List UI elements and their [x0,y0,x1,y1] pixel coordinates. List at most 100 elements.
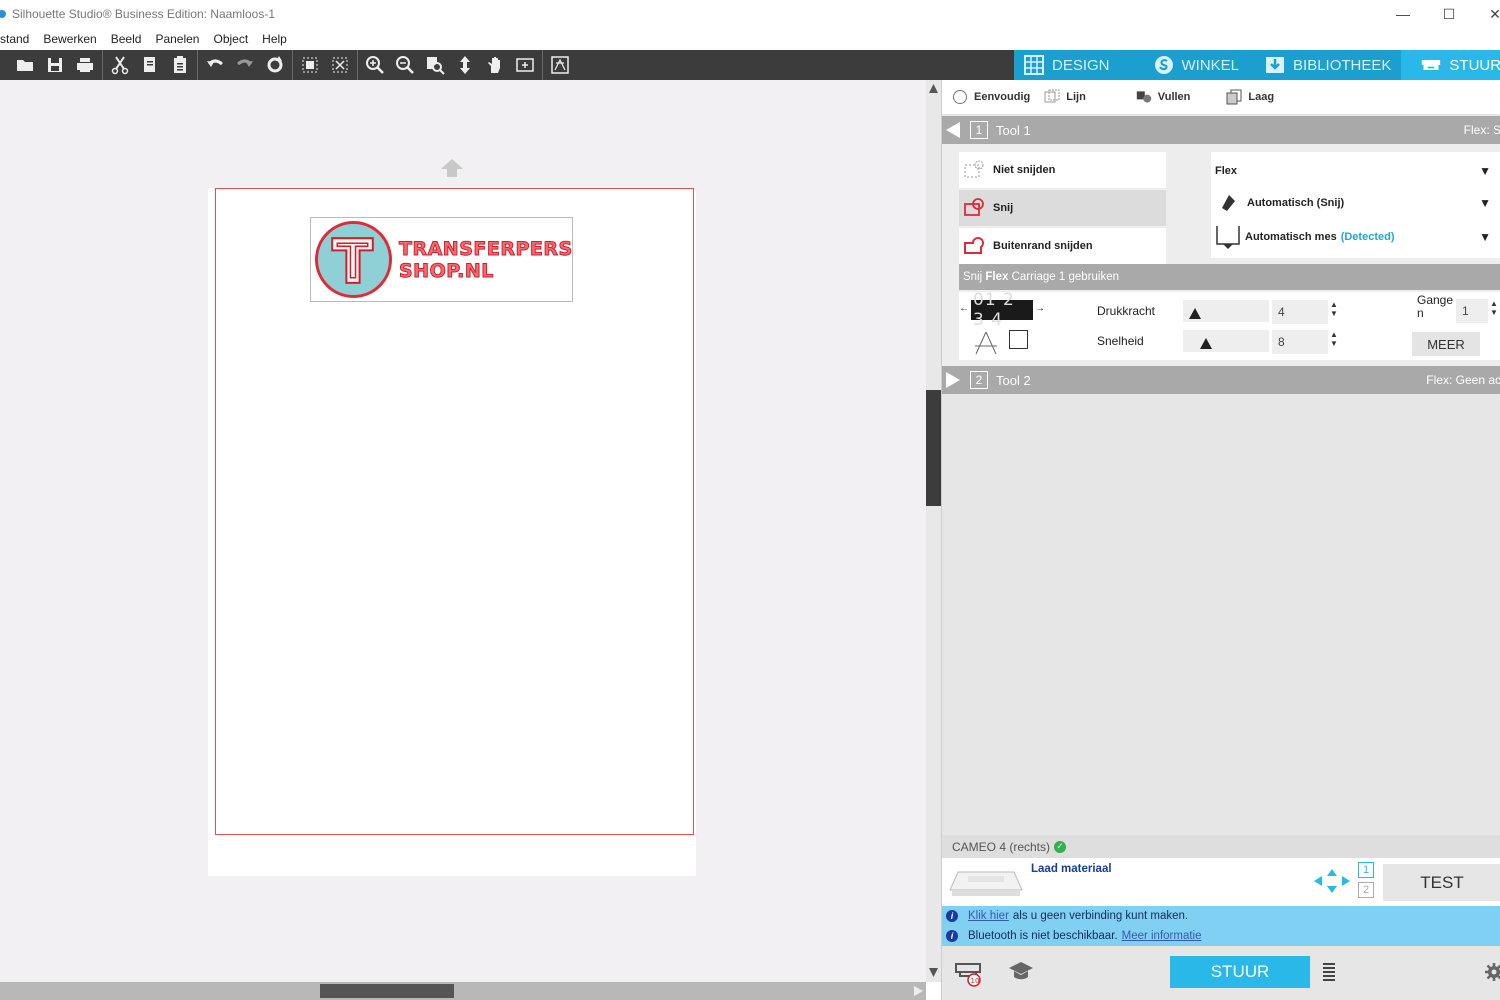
tab-winkel[interactable]: WINKEL [1120,50,1250,80]
tool-1-header[interactable]: 1 Tool 1 Flex: S [942,116,1500,144]
send-button[interactable]: STUUR [1170,956,1310,988]
zoom-in-icon[interactable] [360,50,390,80]
ungroup-icon[interactable] [325,50,355,80]
more-button[interactable]: MEER [1412,332,1480,356]
speed-stepper[interactable]: ▲ ▼ [1329,330,1339,348]
send-history-icon[interactable]: 10 [954,958,984,988]
horizontal-scroll-thumb[interactable] [320,984,454,998]
tool-1-number: 1 [970,121,988,139]
chevron-down-icon[interactable]: ▼ [1479,230,1491,244]
action-select[interactable]: Automatisch (Snij) ▼ [1215,192,1500,214]
expand-arrow-icon[interactable] [946,372,960,388]
chevron-down-icon[interactable]: ▼ [1479,164,1491,178]
vertical-scrollbar[interactable] [926,80,941,982]
minimize-button[interactable]: — [1380,0,1426,28]
mode-tab-laag[interactable]: Laag [1226,89,1274,105]
radio-icon [953,90,967,104]
menu-object[interactable]: Object [206,32,255,46]
collapse-arrow-icon[interactable] [946,122,960,138]
mode-tab-lijn[interactable]: Lijn [1044,89,1086,105]
speed-slider-knob[interactable] [1200,338,1212,349]
mode-tab-eenvoudig[interactable]: Eenvoudig [952,89,1030,105]
test-button[interactable]: TEST [1383,864,1500,901]
blade-left-arrow-icon[interactable]: ← [959,303,969,314]
more-info-link[interactable]: Meer informatie [1122,930,1202,942]
open-folder-icon[interactable] [10,50,40,80]
scroll-right-icon[interactable] [912,985,924,997]
no-cut-option[interactable]: Niet snijden [959,152,1166,188]
move-arrows-icon[interactable] [1313,868,1351,894]
queue-list-icon[interactable] [1322,962,1336,982]
pressure-field[interactable]: 4 [1272,300,1328,324]
scroll-up-icon[interactable] [928,83,939,94]
menu-beeld[interactable]: Beeld [104,32,149,46]
vertical-scroll-thumb[interactable] [926,390,941,506]
menu-bewerken[interactable]: Bewerken [36,32,103,46]
outer-edge-cut-option[interactable]: Buitenrand snijden [959,228,1166,264]
zoom-out-icon[interactable] [390,50,420,80]
connection-notice: i Klik hier als u geen verbinding kunt m… [942,906,1500,926]
mode-tab-vullen-label: Vullen [1157,91,1191,103]
undo-icon[interactable] [200,50,230,80]
load-material-link[interactable]: Laad materiaal [1031,863,1112,875]
speed-slider[interactable] [1183,330,1269,352]
copy-icon[interactable] [135,50,165,80]
menu-panelen[interactable]: Panelen [148,32,206,46]
cut-option[interactable]: Snij [959,190,1166,226]
passes-field[interactable]: 1 [1456,299,1488,323]
tutorial-cap-icon[interactable] [1008,960,1034,982]
chevron-down-icon[interactable]: ▼ [1479,196,1491,210]
blade-checkbox[interactable] [1009,330,1028,349]
no-cut-label: Niet snijden [993,164,1056,176]
maximize-button[interactable]: ☐ [1426,0,1472,28]
settings-gear-icon[interactable] [1484,962,1500,982]
redo-icon[interactable] [230,50,260,80]
tab-design[interactable]: DESIGN [1014,50,1120,80]
click-here-link[interactable]: Klik hier [968,910,1009,922]
carriage-1-button[interactable]: 1 [1358,862,1374,878]
logo-line-1: TRANSFERPERS [399,238,573,261]
blade-right-arrow-icon[interactable]: → [1035,303,1045,314]
logo-circle [315,221,392,298]
paste-icon[interactable] [165,50,195,80]
add-page-icon[interactable] [510,50,540,80]
pressure-slider[interactable] [1183,300,1269,322]
tool-select[interactable]: Automatisch mes (Detected) ▼ [1215,224,1500,250]
move-icon[interactable] [450,50,480,80]
mode-tab-vullen[interactable]: Vullen [1136,89,1191,105]
fill-icon [1136,91,1151,103]
logo-object[interactable]: TRANSFERPERS SHOP.NL [310,217,573,302]
carriage-2-button[interactable]: 2 [1358,882,1374,898]
tool-1-settings: Niet snijden Snij Buitenrand snijden Fle… [942,144,1500,366]
close-button[interactable]: ✕ [1472,0,1500,28]
pressure-slider-knob[interactable] [1189,308,1201,319]
pressure-stepper[interactable]: ▲ ▼ [1329,300,1339,318]
new-icon[interactable] [0,50,10,80]
tool-2-header[interactable]: 2 Tool 2 Flex: Geen ac [942,366,1500,394]
speed-field[interactable]: 8 [1272,330,1328,354]
connection-notice-text: als u geen verbinding kunt maken. [1012,910,1189,922]
pan-hand-icon[interactable] [480,50,510,80]
tool-2-label: Tool 2 [996,372,1031,388]
action-value: Automatisch (Snij) [1247,197,1345,209]
passes-stepper[interactable]: ▲ ▼ [1489,299,1499,317]
logo-line-2: SHOP.NL [399,260,494,283]
scroll-down-icon[interactable] [928,967,939,978]
refresh-icon[interactable] [260,50,290,80]
group-icon[interactable] [295,50,325,80]
print-icon[interactable] [70,50,100,80]
tab-bibliotheek[interactable]: BIBLIOTHEEK [1249,50,1401,80]
device-status: CAMEO 4 (rechts) ✓ [942,835,1500,858]
menu-bestand[interactable]: stand [0,32,36,46]
design-canvas[interactable]: TRANSFERPERS SHOP.NL [0,80,926,982]
cut-icon[interactable] [105,50,135,80]
sketch-icon[interactable] [545,50,575,80]
zoom-fit-icon[interactable] [420,50,450,80]
horizontal-scrollbar[interactable] [0,982,926,1000]
tab-stuur[interactable]: STUUR [1401,50,1500,80]
material-select[interactable]: Flex ▼ [1215,162,1500,180]
app-icon [0,10,6,18]
menu-help[interactable]: Help [255,32,294,46]
save-icon[interactable] [40,50,70,80]
blade-depth-selector[interactable]: 01 2 3 4 [971,290,1033,330]
